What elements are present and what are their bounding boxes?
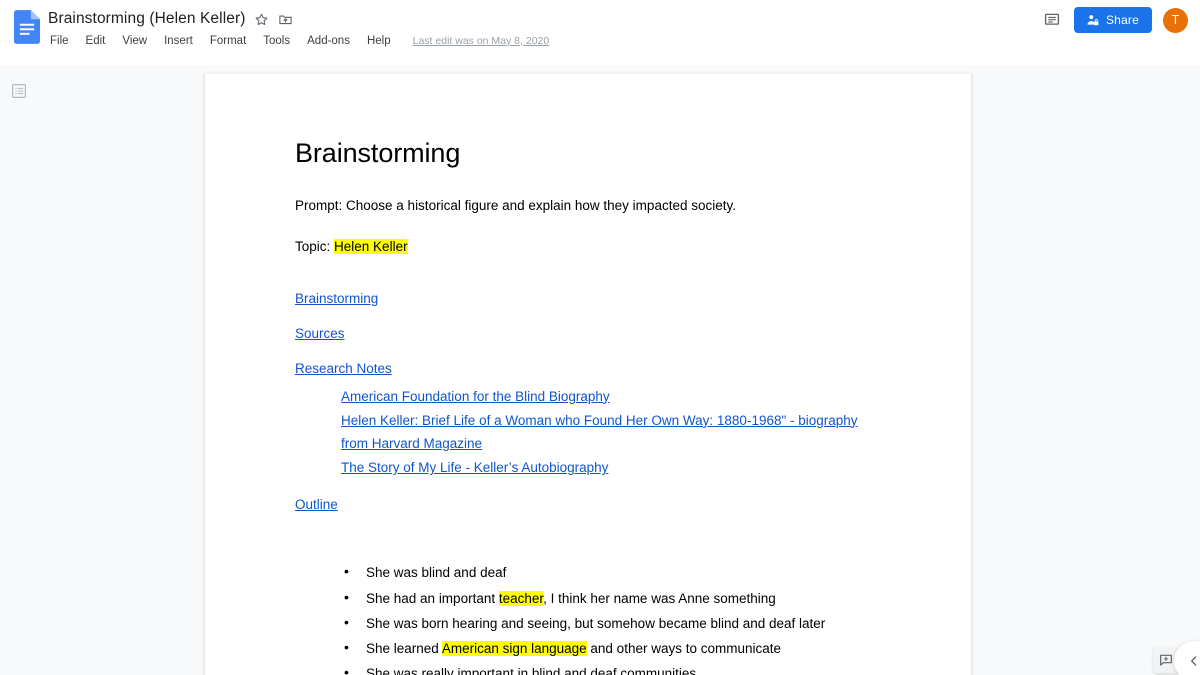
link-label[interactable]: The Story of My Life - Keller’s Autobiog… — [341, 460, 608, 475]
last-edit-status[interactable]: Last edit was on May 8, 2020 — [413, 35, 550, 47]
menu-item-file[interactable]: File — [48, 34, 71, 48]
list-item: She was really important in blind and de… — [342, 663, 879, 675]
topic-paragraph: Topic: Helen Keller — [295, 237, 879, 256]
menu-item-insert[interactable]: Insert — [162, 34, 195, 48]
share-button-label: Share — [1105, 13, 1139, 27]
google-docs-logo-icon[interactable] — [14, 10, 40, 44]
document-workspace: Brainstorming Prompt: Choose a historica… — [0, 65, 1200, 675]
link-label[interactable]: Brainstorming — [295, 291, 378, 306]
bullet-text-pre: She was blind and deaf — [366, 565, 507, 581]
star-icon[interactable] — [254, 12, 269, 27]
menu-item-add-ons[interactable]: Add-ons — [305, 34, 352, 48]
list-item: She was born hearing and seeing, but som… — [342, 613, 879, 633]
link-label[interactable]: Outline — [295, 497, 338, 512]
page-title: Brainstorming — [295, 138, 461, 168]
bullet-text-pre: She was really important in blind and de… — [366, 666, 697, 675]
list-item: She learned American sign language and o… — [342, 638, 879, 658]
menu-bar: File Edit View Insert Format Tools Add-o… — [48, 32, 1188, 49]
topic-value-highlighted: Helen Keller — [334, 238, 408, 254]
list-item: She had an important teacher, I think he… — [342, 588, 879, 608]
sublink-harvard-magazine: Helen Keller: Brief Life of a Woman who … — [341, 409, 879, 455]
link-label[interactable]: American Foundation for the Blind Biogra… — [341, 389, 610, 404]
nav-link-research-notes: Research Notes — [295, 359, 879, 378]
link-label[interactable]: Research Notes — [295, 361, 392, 376]
link-label[interactable]: Helen Keller: Brief Life of a Woman who … — [341, 413, 858, 451]
move-to-folder-icon[interactable] — [278, 12, 293, 27]
share-button[interactable]: Share — [1073, 7, 1152, 33]
comment-history-icon[interactable] — [1041, 9, 1063, 31]
title-block: Brainstorming (Helen Keller) File Edit V… — [48, 8, 1188, 49]
document-page[interactable]: Brainstorming Prompt: Choose a historica… — [205, 74, 971, 675]
top-bar-actions: Share T — [1041, 7, 1188, 33]
research-notes-sublinks: American Foundation for the Blind Biogra… — [295, 385, 879, 480]
menu-item-view[interactable]: View — [120, 34, 149, 48]
document-outline-icon[interactable] — [10, 82, 28, 100]
document-content: Brainstorming Prompt: Choose a historica… — [205, 74, 971, 675]
sublink-afb-biography: American Foundation for the Blind Biogra… — [341, 385, 879, 408]
list-item: She was blind and deaf — [342, 562, 879, 582]
nav-link-brainstorming: Brainstorming — [295, 289, 879, 308]
topic-label: Topic: — [295, 238, 335, 254]
prompt-paragraph: Prompt: Choose a historical figure and e… — [295, 197, 736, 213]
brainstorm-bullet-list: She was blind and deaf She had an import… — [295, 562, 879, 675]
link-label[interactable]: Sources — [295, 326, 345, 341]
bullet-text-highlight: American sign language — [441, 640, 587, 656]
menu-item-help[interactable]: Help — [365, 34, 393, 48]
outline-rail — [0, 65, 205, 675]
sublink-story-of-my-life: The Story of My Life - Keller’s Autobiog… — [341, 456, 879, 479]
bullet-text-pre: She was born hearing and seeing, but som… — [366, 615, 826, 631]
menu-item-tools[interactable]: Tools — [261, 34, 292, 48]
menu-item-format[interactable]: Format — [208, 34, 248, 48]
bullet-text-post: and other ways to communicate — [586, 640, 782, 656]
share-person-lock-icon — [1087, 14, 1099, 25]
bullet-text-pre: She learned — [366, 640, 442, 656]
bullet-text-post: , I think her name was Anne something — [543, 590, 776, 606]
nav-link-outline: Outline — [295, 495, 879, 514]
bullet-text-pre: She had an important — [366, 590, 499, 606]
top-bar: Brainstorming (Helen Keller) File Edit V… — [0, 0, 1200, 64]
menu-item-edit[interactable]: Edit — [84, 34, 108, 48]
explore-chevron-icon[interactable] — [1174, 641, 1200, 675]
nav-link-sources: Sources — [295, 324, 879, 343]
avatar[interactable]: T — [1163, 7, 1188, 33]
title-row: Brainstorming (Helen Keller) — [48, 9, 1188, 29]
bullet-text-highlight: teacher — [498, 590, 544, 606]
doc-title[interactable]: Brainstorming (Helen Keller) — [48, 10, 245, 28]
